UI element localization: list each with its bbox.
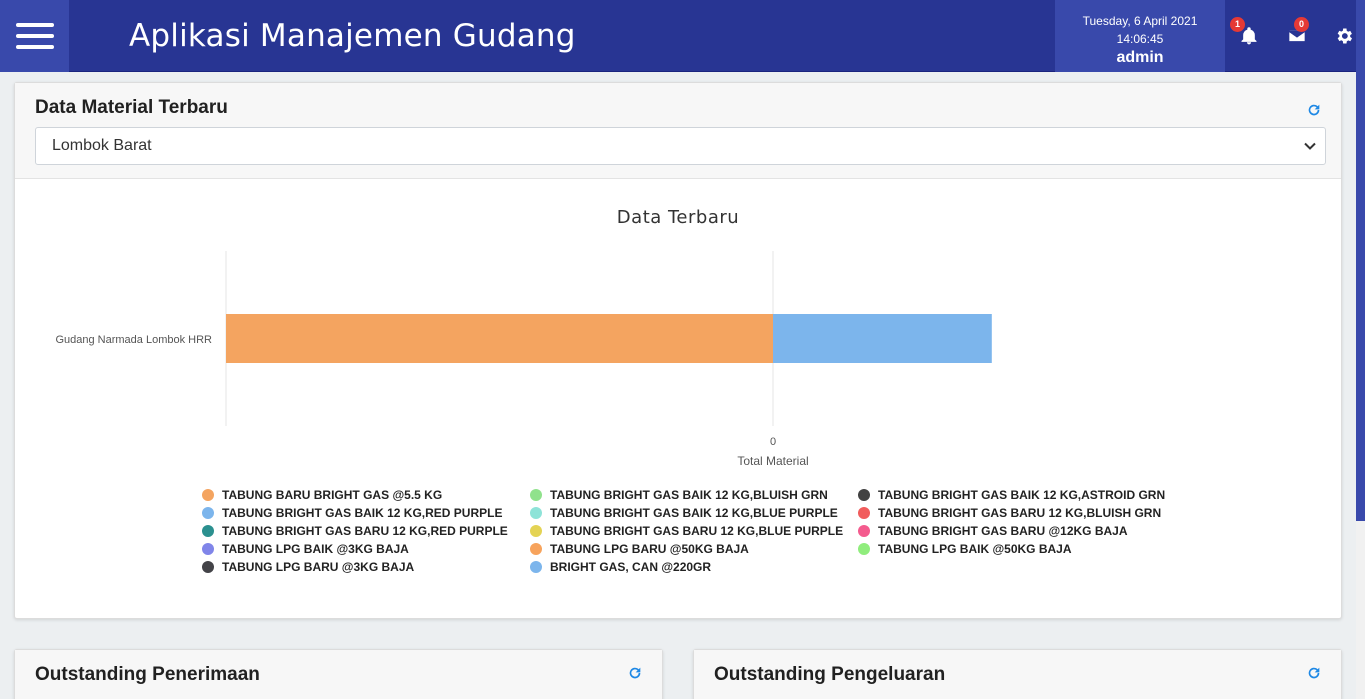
legend-item[interactable]: TABUNG BRIGHT GAS BARU 12 KG,BLUISH GRN xyxy=(858,506,1161,520)
category-label: Gudang Narmada Lombok HRR xyxy=(55,334,212,346)
legend-label: TABUNG BARU BRIGHT GAS @5.5 KG xyxy=(222,488,443,502)
outstanding-penerimaan-title: Outstanding Penerimaan xyxy=(35,664,260,685)
legend-dot-icon xyxy=(202,507,214,519)
legend-dot-icon xyxy=(530,561,542,573)
scrollbar-thumb[interactable] xyxy=(1356,0,1365,521)
legend-dot-icon xyxy=(858,507,870,519)
legend-dot-icon xyxy=(858,543,870,555)
legend-label: BRIGHT GAS, CAN @220GR xyxy=(550,560,712,574)
legend-dot-icon xyxy=(202,489,214,501)
outstanding-pengeluaran-title: Outstanding Pengeluaran xyxy=(714,664,946,685)
legend-label: TABUNG BRIGHT GAS BARU 12 KG,RED PURPLE xyxy=(222,524,508,538)
legend-label: TABUNG LPG BARU @3KG BAJA xyxy=(222,560,415,574)
x-tick-label: 0 xyxy=(770,436,776,448)
legend-item[interactable]: TABUNG BRIGHT GAS BAIK 12 KG,RED PURPLE xyxy=(202,506,502,520)
refresh-icon[interactable] xyxy=(1306,665,1324,683)
legend-item[interactable]: TABUNG BRIGHT GAS BAIK 12 KG,BLUISH GRN xyxy=(530,488,828,502)
legend-item[interactable]: TABUNG LPG BAIK @50KG BAJA xyxy=(858,542,1072,556)
top-header: Aplikasi Manajemen Gudang Tuesday, 6 Apr… xyxy=(0,0,1356,72)
legend-label: TABUNG BRIGHT GAS BARU @12KG BAJA xyxy=(878,524,1128,538)
legend-item[interactable]: TABUNG BRIGHT GAS BAIK 12 KG,ASTROID GRN xyxy=(858,488,1165,502)
legend-item[interactable]: TABUNG LPG BARU @3KG BAJA xyxy=(202,560,414,574)
outstanding-penerimaan-card: Outstanding Penerimaan xyxy=(14,649,663,699)
legend-item[interactable]: TABUNG BRIGHT GAS BARU 12 KG,BLUE PURPLE xyxy=(530,524,843,538)
legend-dot-icon xyxy=(858,489,870,501)
current-date: Tuesday, 6 April 2021 xyxy=(1082,14,1198,28)
legend-dot-icon xyxy=(530,543,542,555)
notification-badge: 1 xyxy=(1230,17,1245,32)
legend-label: TABUNG BRIGHT GAS BAIK 12 KG,BLUISH GRN xyxy=(550,488,828,502)
username[interactable]: admin xyxy=(1055,49,1225,67)
legend-item[interactable]: TABUNG BRIGHT GAS BAIK 12 KG,BLUE PURPLE xyxy=(530,506,838,520)
legend-item[interactable]: TABUNG BARU BRIGHT GAS @5.5 KG xyxy=(202,488,442,502)
legend-item[interactable]: TABUNG LPG BAIK @3KG BAJA xyxy=(202,542,409,556)
datetime-user-box: Tuesday, 6 April 2021 14:06:45 admin xyxy=(1055,0,1225,72)
legend-item[interactable]: TABUNG BRIGHT GAS BARU 12 KG,RED PURPLE xyxy=(202,524,508,538)
outstanding-pengeluaran-header: Outstanding Pengeluaran xyxy=(694,650,1341,699)
x-axis-label: Total Material xyxy=(737,454,808,468)
legend-label: TABUNG BRIGHT GAS BAIK 12 KG,BLUE PURPLE xyxy=(550,506,838,520)
material-card: Data Material Terbaru Lombok Barat Data … xyxy=(14,82,1342,619)
legend-dot-icon xyxy=(202,543,214,555)
stacked-bar-chart: Gudang Narmada Lombok HRR 0 Total Materi… xyxy=(55,251,992,468)
legend-label: TABUNG LPG BAIK @3KG BAJA xyxy=(222,542,409,556)
page-scrollbar[interactable] xyxy=(1356,0,1365,699)
notification-bell-icon[interactable]: 1 xyxy=(1230,17,1261,48)
hamburger-menu-icon[interactable] xyxy=(0,0,69,72)
legend-dot-icon xyxy=(202,525,214,537)
gear-icon[interactable] xyxy=(1334,26,1356,48)
legend-label: TABUNG BRIGHT GAS BAIK 12 KG,ASTROID GRN xyxy=(878,488,1166,502)
legend-dot-icon xyxy=(202,561,214,573)
refresh-icon[interactable] xyxy=(627,665,645,683)
legend-label: TABUNG BRIGHT GAS BAIK 12 KG,RED PURPLE xyxy=(222,506,503,520)
legend-item[interactable]: TABUNG BRIGHT GAS BARU @12KG BAJA xyxy=(858,524,1128,538)
legend-label: TABUNG LPG BARU @50KG BAJA xyxy=(550,542,749,556)
legend-dot-icon xyxy=(858,525,870,537)
legend-item[interactable]: BRIGHT GAS, CAN @220GR xyxy=(530,560,711,574)
legend-item[interactable]: TABUNG LPG BARU @50KG BAJA xyxy=(530,542,749,556)
bar-segment-positive[interactable] xyxy=(773,314,992,363)
legend-dot-icon xyxy=(530,489,542,501)
legend-dot-icon xyxy=(530,507,542,519)
envelope-icon[interactable]: 0 xyxy=(1287,17,1309,48)
legend-label: TABUNG BRIGHT GAS BARU 12 KG,BLUISH GRN xyxy=(878,506,1162,520)
current-time: 14:06:45 xyxy=(1116,32,1164,46)
message-badge: 0 xyxy=(1294,17,1309,32)
outstanding-pengeluaran-card: Outstanding Pengeluaran xyxy=(693,649,1342,699)
legend-label: TABUNG LPG BAIK @50KG BAJA xyxy=(878,542,1072,556)
legend-label: TABUNG BRIGHT GAS BARU 12 KG,BLUE PURPLE xyxy=(550,524,844,538)
outstanding-penerimaan-header: Outstanding Penerimaan xyxy=(15,650,662,699)
app-title: Aplikasi Manajemen Gudang xyxy=(129,18,576,54)
legend-dot-icon xyxy=(530,525,542,537)
bar-segment-negative[interactable] xyxy=(226,314,773,363)
